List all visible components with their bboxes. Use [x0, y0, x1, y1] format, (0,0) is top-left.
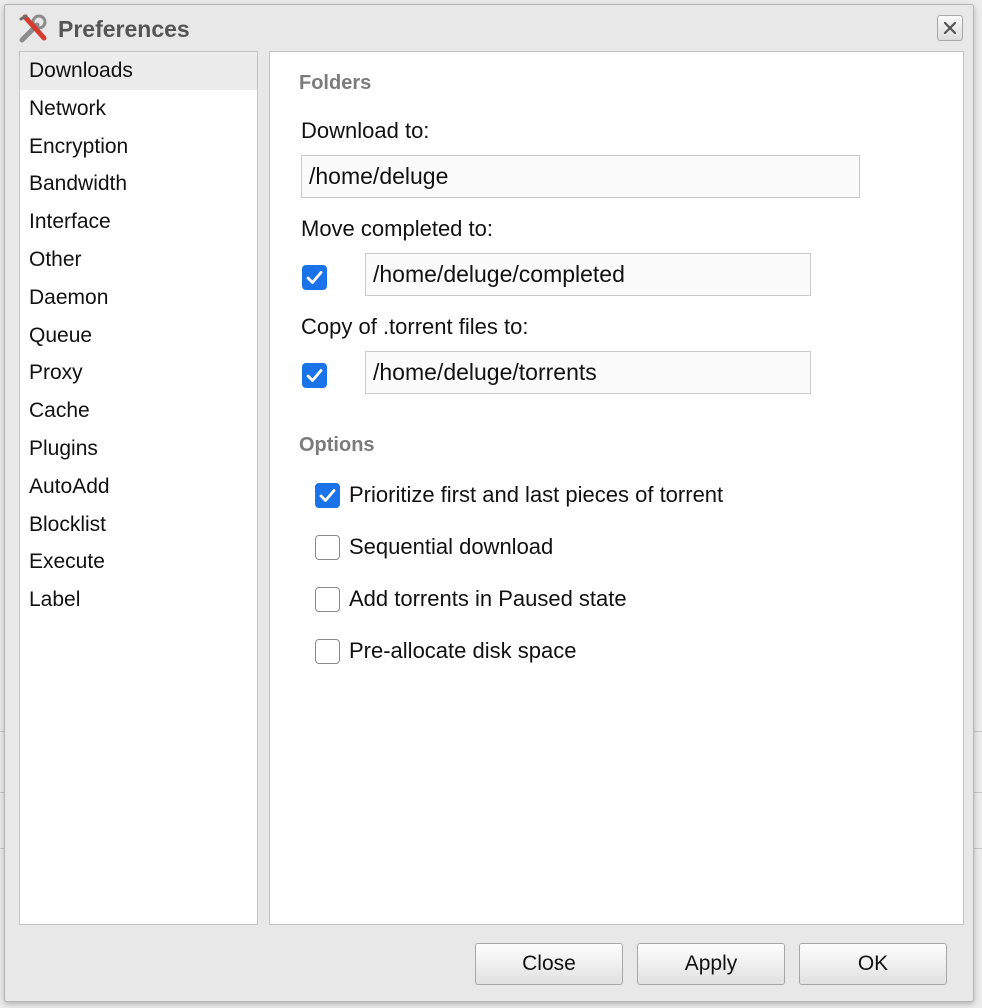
preferences-category-list: Downloads Network Encryption Bandwidth Inter…	[19, 51, 258, 925]
move-completed-label: Move completed to:	[301, 216, 493, 241]
nav-item-bandwidth[interactable]: Bandwidth	[20, 165, 257, 203]
close-dialog-button[interactable]	[937, 15, 963, 41]
apply-button[interactable]: Apply	[637, 943, 785, 985]
title-bar[interactable]: Preferences	[5, 5, 973, 51]
folders-heading: Folders	[299, 72, 372, 94]
move-completed-input[interactable]	[365, 253, 811, 296]
close-icon	[943, 21, 957, 35]
nav-item-network[interactable]: Network	[20, 90, 257, 128]
option-checkbox[interactable]	[315, 483, 340, 508]
option-label[interactable]: Add torrents in Paused state	[349, 586, 627, 612]
nav-item-execute[interactable]: Execute	[20, 543, 257, 581]
nav-item-autoadd[interactable]: AutoAdd	[20, 468, 257, 506]
option-label[interactable]: Prioritize first and last pieces of torr…	[349, 482, 723, 508]
copy-torrent-label: Copy of .torrent files to:	[301, 314, 529, 339]
download-to-label: Download to:	[301, 118, 430, 143]
downloads-settings-panel: Folders Download to: Move completed to: …	[269, 51, 964, 925]
copy-torrent-checkbox[interactable]	[302, 363, 327, 388]
options-heading: Options	[299, 434, 375, 456]
dialog-title: Preferences	[58, 16, 190, 42]
nav-item-cache[interactable]: Cache	[20, 392, 257, 430]
option-checkbox[interactable]	[315, 535, 340, 560]
nav-item-encryption[interactable]: Encryption	[20, 128, 257, 166]
move-completed-checkbox[interactable]	[302, 265, 327, 290]
tools-icon	[17, 13, 49, 45]
nav-item-daemon[interactable]: Daemon	[20, 279, 257, 317]
option-checkbox[interactable]	[315, 587, 340, 612]
option-label[interactable]: Pre-allocate disk space	[349, 638, 576, 664]
close-button[interactable]: Close	[475, 943, 623, 985]
checkmark-icon	[319, 489, 336, 502]
nav-item-interface[interactable]: Interface	[20, 203, 257, 241]
checkmark-icon	[306, 369, 323, 382]
ok-button[interactable]: OK	[799, 943, 947, 985]
nav-item-blocklist[interactable]: Blocklist	[20, 506, 257, 544]
copy-torrent-input[interactable]	[365, 351, 811, 394]
nav-item-plugins[interactable]: Plugins	[20, 430, 257, 468]
option-checkbox[interactable]	[315, 639, 340, 664]
nav-item-label[interactable]: Label	[20, 581, 257, 619]
nav-item-other[interactable]: Other	[20, 241, 257, 279]
download-to-input[interactable]	[301, 155, 860, 198]
nav-item-queue[interactable]: Queue	[20, 317, 257, 355]
nav-item-proxy[interactable]: Proxy	[20, 354, 257, 392]
option-label[interactable]: Sequential download	[349, 534, 553, 560]
checkmark-icon	[306, 271, 323, 284]
preferences-dialog: Preferences Downloads Network Encryption Ba…	[4, 4, 974, 1002]
nav-item-downloads[interactable]: Downloads	[20, 52, 257, 90]
